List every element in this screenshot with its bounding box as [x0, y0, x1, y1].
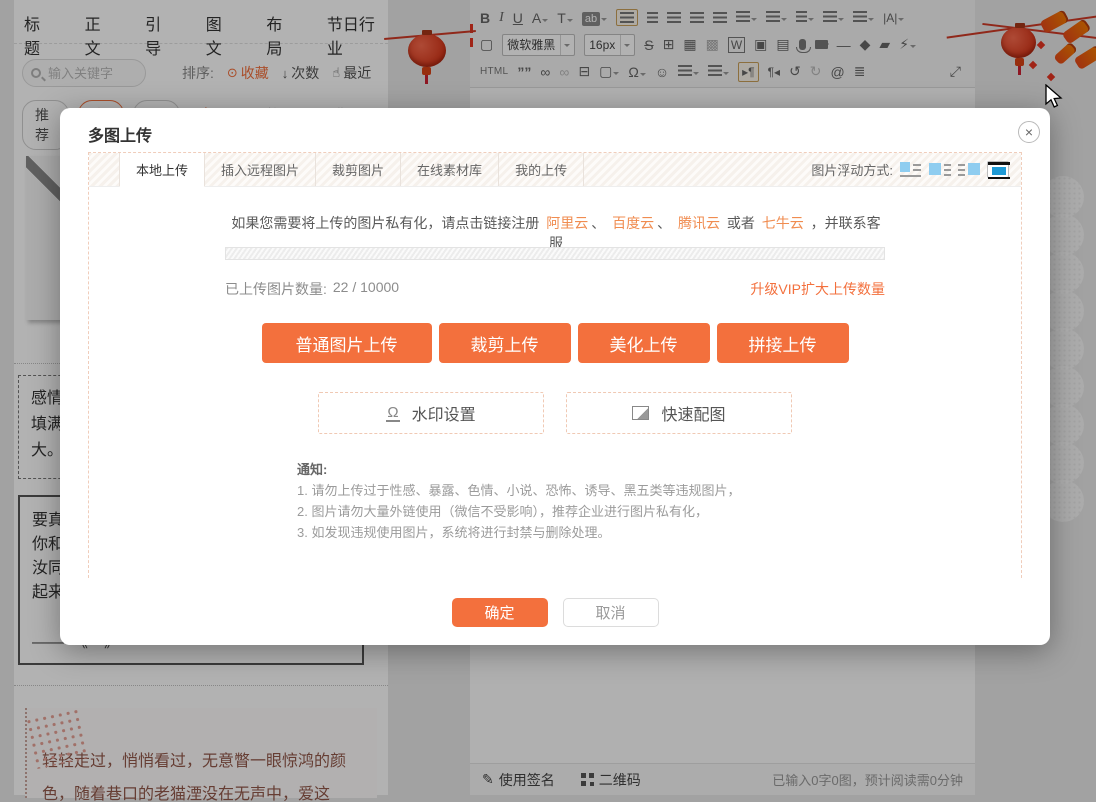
confirm-button[interactable]: 确定 — [452, 598, 548, 627]
screen: 标题 正文 引导 图文 布局 节日行业 排序: ⊙ 收藏 ↓ 次数 ☝ 最近 — [0, 0, 1096, 802]
normal-upload-button[interactable]: 普通图片上传 — [262, 323, 432, 363]
notice-item: 2. 图片请勿大量外链使用（微信不受影响），推荐企业进行图片私有化， — [297, 501, 937, 522]
picture-icon — [632, 406, 649, 420]
float-left-icon[interactable] — [900, 161, 922, 178]
dialog-title: 多图上传 — [88, 122, 152, 146]
uploaded-count-value: 22 / 10000 — [333, 279, 399, 299]
float-left-wrap-icon[interactable] — [929, 161, 951, 178]
tab-online-library[interactable]: 在线素材库 — [401, 153, 499, 186]
multi-image-upload-dialog: 多图上传 × 本地上传 插入远程图片 裁剪图片 在线素材库 我的上传 图片浮动方… — [60, 108, 1050, 645]
float-center-block-icon[interactable] — [987, 161, 1009, 178]
dialog-body: 本地上传 插入远程图片 裁剪图片 在线素材库 我的上传 图片浮动方式: — [88, 152, 1022, 578]
notice-item: 3. 如发现违规使用图片，系统将进行封禁与删除处理。 — [297, 522, 937, 543]
vip-upgrade-link[interactable]: 升级VIP扩大上传数量 — [750, 279, 885, 299]
notice-item: 1. 请勿上传过于性感、暴露、色情、小说、恐怖、诱导、黑五类等违规图片， — [297, 480, 937, 501]
notice-title: 通知: — [297, 459, 937, 480]
upload-progress-bar — [225, 247, 885, 260]
upload-buttons-row: 普通图片上传 裁剪上传 美化上传 拼接上传 — [89, 323, 1021, 363]
stitch-upload-button[interactable]: 拼接上传 — [717, 323, 849, 363]
baiduyun-link[interactable]: 百度云 — [612, 215, 654, 231]
stamp-icon: Ω — [386, 405, 399, 422]
dialog-footer: 确定 取消 — [60, 598, 1050, 627]
upload-notice: 通知: 1. 请勿上传过于性感、暴露、色情、小说、恐怖、诱导、黑五类等违规图片，… — [297, 459, 937, 543]
cancel-button[interactable]: 取消 — [563, 598, 659, 627]
aliyun-link[interactable]: 阿里云 — [546, 215, 588, 231]
watermark-settings-button[interactable]: Ω 水印设置 — [318, 392, 544, 434]
uploaded-count-label: 已上传图片数量: — [225, 279, 327, 299]
tool-buttons-row: Ω 水印设置 快速配图 — [89, 392, 1021, 434]
upload-tabs: 本地上传 插入远程图片 裁剪图片 在线素材库 我的上传 图片浮动方式: — [89, 153, 1021, 187]
qiniuyun-link[interactable]: 七牛云 — [762, 215, 804, 231]
crop-upload-button[interactable]: 裁剪上传 — [439, 323, 571, 363]
mouse-cursor — [1042, 84, 1066, 110]
image-float-mode-group: 图片浮动方式: — [811, 153, 1021, 186]
float-right-wrap-icon[interactable] — [958, 161, 980, 178]
tencentyun-link[interactable]: 腾讯云 — [678, 215, 720, 231]
float-mode-label: 图片浮动方式: — [811, 160, 893, 179]
close-icon[interactable]: × — [1018, 121, 1040, 143]
tab-my-uploads[interactable]: 我的上传 — [499, 153, 584, 186]
beautify-upload-button[interactable]: 美化上传 — [578, 323, 710, 363]
upload-count-row: 已上传图片数量: 22 / 10000 升级VIP扩大上传数量 — [225, 279, 885, 299]
tab-local-upload[interactable]: 本地上传 — [119, 153, 205, 187]
tab-remote-image[interactable]: 插入远程图片 — [205, 153, 316, 186]
local-upload-panel: 如果您需要将上传的图片私有化，请点击链接注册 阿里云、 百度云、 腾讯云 或者 … — [89, 187, 1021, 578]
tab-crop-image[interactable]: 裁剪图片 — [316, 153, 401, 186]
quick-image-button[interactable]: 快速配图 — [566, 392, 792, 434]
